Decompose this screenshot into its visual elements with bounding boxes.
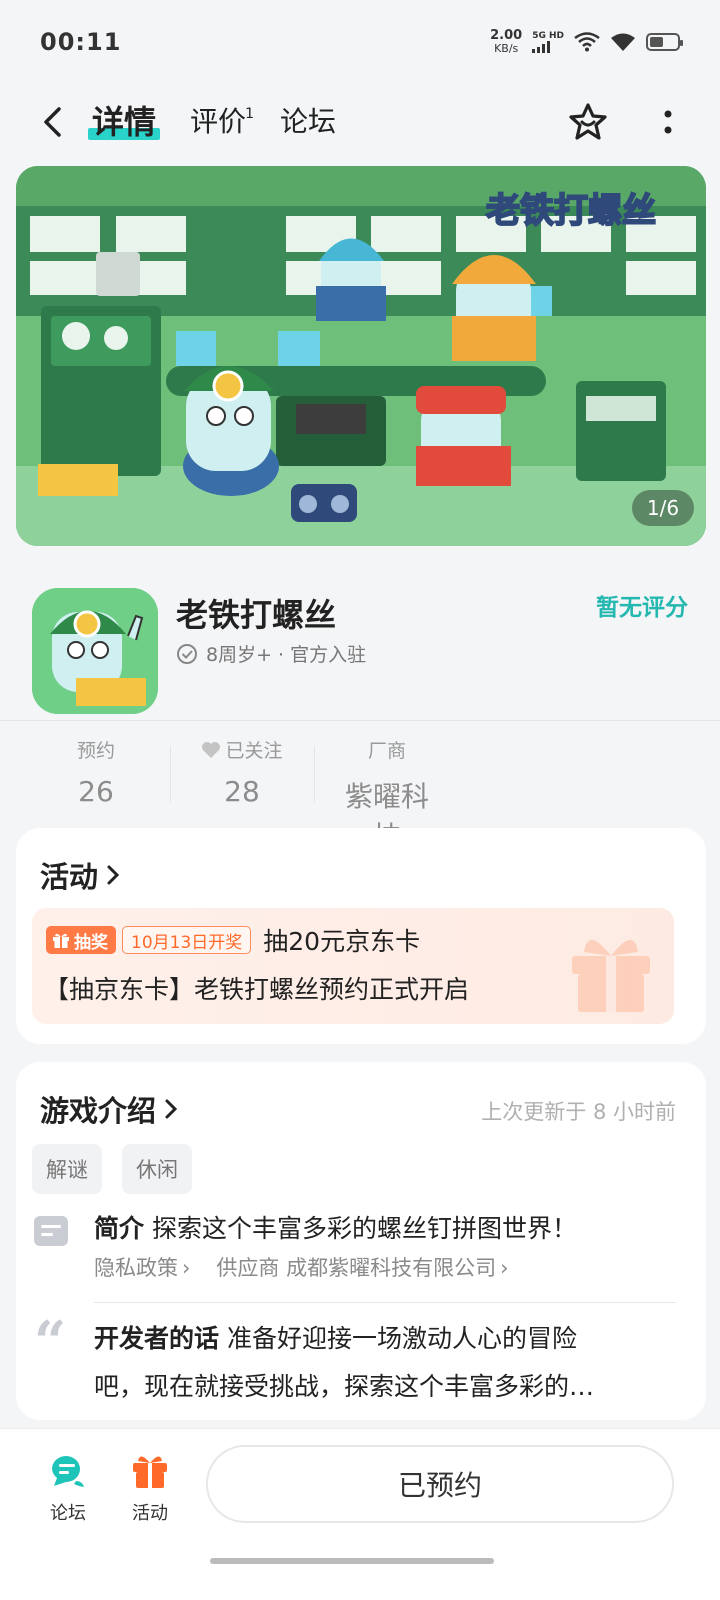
carousel-counter: 1/6 [632,490,694,526]
divider [0,720,720,721]
privacy-policy-link[interactable]: 隐私政策 › [94,1252,190,1282]
last-updated: 上次更新于 8 小时前 [481,1100,676,1124]
quote-icon: “ [34,1309,67,1375]
intro-header[interactable]: 游戏介绍 [40,1088,178,1130]
status-bar: 00:11 2.00 KB/s 5G HD [0,0,720,84]
stats-row: 预约 26 已关注 28 厂商 紫曜科技 [0,736,720,853]
rating-status: 暂无评分 [596,595,688,621]
net-speed: 2.00 KB/s [490,28,523,55]
tag-puzzle[interactable]: 解谜 [32,1144,102,1194]
star-icon [569,103,607,140]
tab-bar: 详情 评价 1 论坛 [88,102,336,142]
developer-note[interactable]: 开发者的话 准备好迎接一场激动人心的冒险 [94,1318,577,1360]
bottom-bar: 论坛 活动 已预约 [0,1428,720,1600]
lottery-promo[interactable]: 抽奖 10月13日开奖 抽20元京东卡 【抽京东卡】老铁打螺丝预约正式开启 [32,908,674,1024]
app-icon [32,588,158,714]
lottery-badge: 抽奖 [46,926,116,954]
status-time: 00:11 [40,28,122,56]
banner-illustration: 老铁打螺丝 [16,166,706,546]
home-indicator[interactable] [210,1558,494,1564]
gift-icon [53,933,69,948]
app-meta: 8周岁+ · 官方入驻 [176,640,366,667]
back-arrow-icon [44,107,61,137]
gift-icon [133,1456,167,1488]
app-info: 老铁打螺丝 8周岁+ · 官方入驻 暂无评分 [0,570,720,720]
svg-text:老铁打螺丝: 老铁打螺丝 [486,191,656,231]
developer-note-line2: 吧，现在就接受挑战，探索这个丰富多彩的… [94,1372,595,1401]
tab-forum[interactable]: 论坛 [280,102,336,142]
chevron-right-icon [107,865,120,885]
favorite-button[interactable] [566,100,610,144]
summary-icon [34,1216,68,1246]
policy-links: 隐私政策 › 供应商 成都紫曜科技有限公司 › [94,1252,509,1282]
back-button[interactable] [30,100,74,144]
wifi-icon [574,32,600,52]
more-vertical-icon [664,110,672,134]
supplier-link[interactable]: 供应商 成都紫曜科技有限公司 › [216,1252,508,1282]
forum-button[interactable]: 论坛 [36,1451,100,1525]
tag-casual[interactable]: 休闲 [122,1144,192,1194]
tab-details[interactable]: 详情 [88,102,161,142]
chat-bubble-icon [52,1456,84,1487]
activity-button[interactable]: 活动 [118,1451,182,1525]
activity-description: 【抽京东卡】老铁打螺丝预约正式开启 [44,975,470,1004]
tab-reviews[interactable]: 评价 1 [190,102,254,142]
draw-date-badge: 10月13日开奖 [122,926,252,954]
stat-reservations: 预约 26 [76,740,115,808]
top-nav: 详情 评价 1 论坛 [0,84,720,160]
review-count-badge: 1 [245,106,255,122]
activity-header[interactable]: 活动 [40,854,120,896]
summary-row: 简介 探索这个丰富多彩的螺丝钉拼图世界！ [94,1214,578,1243]
stat-followers[interactable]: 已关注 28 [192,736,292,808]
character-worker-red [416,386,511,486]
divider [94,1302,676,1303]
verified-check-icon [177,643,197,664]
more-button[interactable] [646,100,690,144]
activity-card: 活动 抽奖 10月13日开奖 抽20元京东卡 【抽京东卡】老铁打螺丝预约正式开启 [16,828,706,1044]
battery-icon [646,33,683,51]
heart-icon [202,741,221,758]
chevron-right-icon [165,1099,178,1119]
character-engineer [452,255,536,361]
screenshot-carousel[interactable]: 老铁打螺丝 1/6 [16,166,706,546]
prize-text: 抽20元京东卡 [263,927,421,956]
cell-signal-icon: 5G HD [532,31,564,53]
gift-watermark-icon [572,939,650,1012]
app-name: 老铁打螺丝 [176,596,337,634]
reserved-button[interactable]: 已预约 [206,1445,674,1523]
character-miner [183,366,279,496]
intro-card: 游戏介绍 上次更新于 8 小时前 解谜 休闲 简介 探索这个丰富多彩的螺丝钉拼图世… [16,1062,706,1420]
wifi-icon-2 [611,33,635,51]
